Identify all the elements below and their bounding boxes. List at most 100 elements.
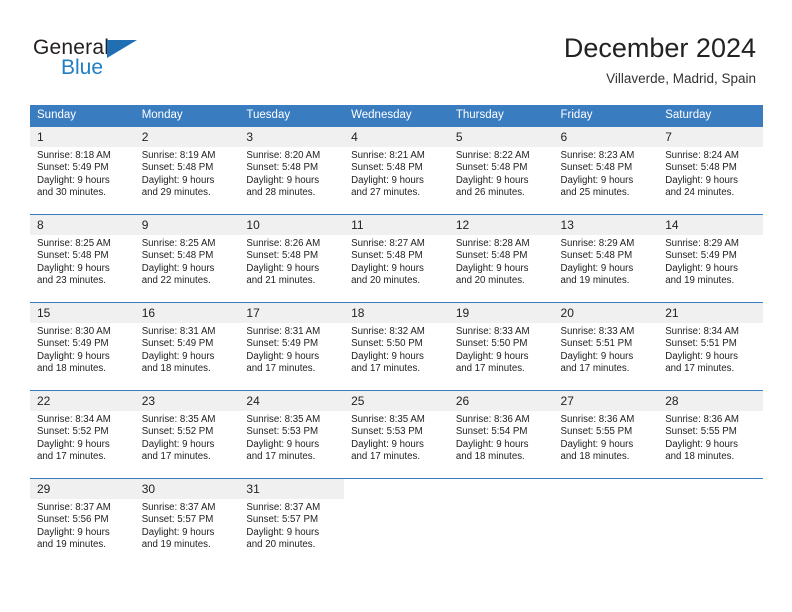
sunset-text: Sunset: 5:48 PM — [560, 162, 633, 174]
daylight-text-line2: and 19 minutes. — [141, 539, 211, 551]
sunrise-text: Sunrise: 8:23 AM — [560, 149, 635, 161]
sunset-text: Sunset: 5:49 PM — [246, 338, 319, 350]
calendar-day-cell[interactable]: 4 Sunrise: 8:21 AM Sunset: 5:48 PM Daylight… — [344, 125, 449, 214]
day-sun-info: Sunrise: 8:19 AM Sunset: 5:48 PM Daylight:… — [135, 147, 240, 200]
calendar-day-cell[interactable]: 17 Sunrise: 8:31 AM Sunset: 5:49 PM Dayligh… — [239, 301, 345, 390]
calendar-day-cell[interactable]: 28 Sunrise: 8:36 AM Sunset: 5:55 PM Dayligh… — [658, 389, 763, 478]
calendar-day-cell[interactable]: 2 Sunrise: 8:19 AM Sunset: 5:48 PM Daylight… — [134, 125, 240, 214]
calendar-day-cell[interactable]: 12 Sunrise: 8:28 AM Sunset: 5:48 PM Dayligh… — [448, 213, 554, 302]
day-sun-info: Sunrise: 8:25 AM Sunset: 5:48 PM Daylight:… — [30, 235, 135, 288]
sunrise-text: Sunrise: 8:35 AM — [351, 413, 425, 425]
day-number: 6 — [553, 126, 659, 147]
calendar-day-cell[interactable]: 26 Sunrise: 8:36 AM Sunset: 5:54 PM Dayligh… — [448, 389, 554, 478]
sunrise-text: Sunrise: 8:37 AM — [37, 501, 111, 513]
calendar-day-cell[interactable]: 1 Sunrise: 8:18 AM Sunset: 5:49 PM Daylight… — [30, 125, 135, 214]
calendar-day-cell[interactable]: 24 Sunrise: 8:35 AM Sunset: 5:53 PM Dayligh… — [239, 389, 345, 478]
sunrise-text: Sunrise: 8:30 AM — [37, 325, 111, 337]
sunrise-text: Sunrise: 8:36 AM — [665, 413, 739, 425]
daylight-text-line2: and 22 minutes. — [141, 275, 211, 287]
daylight-text-line2: and 17 minutes. — [351, 363, 421, 375]
sunrise-text: Sunrise: 8:25 AM — [141, 237, 216, 249]
day-number: 14 — [658, 214, 763, 235]
logo[interactable]: General Blue — [33, 36, 253, 84]
daylight-text-line1: Daylight: 9 hours — [665, 350, 738, 362]
sunrise-text: Sunrise: 8:31 AM — [246, 325, 321, 337]
calendar-week-row: 15 Sunrise: 8:30 AM Sunset: 5:49 PM Dayligh… — [30, 301, 763, 390]
calendar-day-cell[interactable]: 7 Sunrise: 8:24 AM Sunset: 5:48 PM Daylight… — [658, 125, 763, 214]
day-number: 23 — [134, 390, 240, 411]
day-sun-info: Sunrise: 8:22 AM Sunset: 5:48 PM Daylight:… — [449, 147, 554, 200]
daylight-text-line1: Daylight: 9 hours — [37, 350, 110, 362]
calendar-day-cell[interactable]: 3 Sunrise: 8:20 AM Sunset: 5:48 PM Daylight… — [239, 125, 345, 214]
sunset-text: Sunset: 5:51 PM — [560, 338, 633, 350]
calendar-day-cell[interactable]: 20 Sunrise: 8:33 AM Sunset: 5:51 PM Dayligh… — [553, 301, 659, 390]
sunrise-text: Sunrise: 8:35 AM — [246, 413, 321, 425]
calendar-day-cell[interactable]: 14 Sunrise: 8:29 AM Sunset: 5:49 PM Dayligh… — [658, 213, 763, 302]
calendar-page: General Blue December 2024 Villaverde, M… — [0, 0, 792, 612]
day-number: 26 — [448, 390, 554, 411]
day-cell-content: 1 Sunrise: 8:18 AM Sunset: 5:49 PM Daylight… — [30, 126, 135, 214]
sunset-text: Sunset: 5:48 PM — [37, 250, 109, 262]
sunset-text: Sunset: 5:53 PM — [246, 426, 319, 438]
sunset-text: Sunset: 5:49 PM — [665, 250, 737, 262]
sunset-text: Sunset: 5:48 PM — [351, 250, 423, 262]
day-number: 31 — [239, 478, 345, 499]
calendar-day-cell[interactable]: 27 Sunrise: 8:36 AM Sunset: 5:55 PM Dayligh… — [553, 389, 659, 478]
calendar-day-cell[interactable]: 8 Sunrise: 8:25 AM Sunset: 5:48 PM Daylight… — [30, 213, 135, 302]
daylight-text-line1: Daylight: 9 hours — [37, 262, 110, 274]
daylight-text-line1: Daylight: 9 hours — [351, 174, 424, 186]
day-sun-info: Sunrise: 8:24 AM Sunset: 5:48 PM Daylight:… — [658, 147, 763, 200]
day-sun-info: Sunrise: 8:30 AM Sunset: 5:49 PM Daylight:… — [30, 323, 135, 376]
triangle-icon — [107, 40, 137, 58]
daylight-text-line1: Daylight: 9 hours — [141, 526, 215, 538]
daylight-text-line2: and 24 minutes. — [665, 187, 735, 199]
day-cell-content: 4 Sunrise: 8:21 AM Sunset: 5:48 PM Daylight… — [344, 126, 449, 214]
daylight-text-line1: Daylight: 9 hours — [37, 438, 110, 450]
day-cell-content: 11 Sunrise: 8:27 AM Sunset: 5:48 PM Dayligh… — [344, 214, 449, 302]
sunset-text: Sunset: 5:52 PM — [141, 426, 214, 438]
daylight-text-line2: and 17 minutes. — [246, 451, 316, 463]
daylight-text-line2: and 17 minutes. — [560, 363, 630, 375]
day-number: 18 — [344, 302, 449, 323]
calendar-day-cell[interactable]: 19 Sunrise: 8:33 AM Sunset: 5:50 PM Dayligh… — [448, 301, 554, 390]
calendar-day-cell[interactable]: 5 Sunrise: 8:22 AM Sunset: 5:48 PM Daylight… — [448, 125, 554, 214]
calendar-day-cell[interactable]: 30 Sunrise: 8:37 AM Sunset: 5:57 PM Dayligh… — [134, 477, 240, 566]
sunset-text: Sunset: 5:48 PM — [455, 162, 528, 174]
sunrise-text: Sunrise: 8:22 AM — [455, 149, 530, 161]
day-number: 3 — [239, 126, 345, 147]
calendar-day-cell[interactable]: 21 Sunrise: 8:34 AM Sunset: 5:51 PM Dayligh… — [658, 301, 763, 390]
sunset-text: Sunset: 5:49 PM — [141, 338, 214, 350]
day-number: 20 — [553, 302, 659, 323]
daylight-text-line1: Daylight: 9 hours — [665, 438, 738, 450]
daylight-text-line2: and 18 minutes. — [37, 363, 106, 375]
calendar-day-cell[interactable]: 23 Sunrise: 8:35 AM Sunset: 5:52 PM Dayligh… — [134, 389, 240, 478]
sunrise-text: Sunrise: 8:20 AM — [246, 149, 321, 161]
calendar-day-cell[interactable]: 29 Sunrise: 8:37 AM Sunset: 5:56 PM Dayligh… — [30, 477, 135, 566]
day-cell-content: 14 Sunrise: 8:29 AM Sunset: 5:49 PM Dayligh… — [658, 214, 763, 302]
day-cell-content — [658, 478, 763, 567]
sunset-text: Sunset: 5:50 PM — [351, 338, 423, 350]
sunset-text: Sunset: 5:48 PM — [665, 162, 737, 174]
day-sun-info: Sunrise: 8:25 AM Sunset: 5:48 PM Daylight:… — [135, 235, 240, 288]
day-number — [344, 478, 449, 499]
calendar-day-cell[interactable]: 10 Sunrise: 8:26 AM Sunset: 5:48 PM Dayligh… — [239, 213, 345, 302]
calendar-day-cell[interactable]: 6 Sunrise: 8:23 AM Sunset: 5:48 PM Daylight… — [553, 125, 659, 214]
calendar-day-cell[interactable]: 25 Sunrise: 8:35 AM Sunset: 5:53 PM Dayligh… — [344, 389, 449, 478]
calendar-day-cell[interactable]: 18 Sunrise: 8:32 AM Sunset: 5:50 PM Dayligh… — [344, 301, 449, 390]
day-number: 27 — [553, 390, 659, 411]
calendar-day-cell[interactable]: 13 Sunrise: 8:29 AM Sunset: 5:48 PM Dayligh… — [553, 213, 659, 302]
sunrise-text: Sunrise: 8:35 AM — [141, 413, 216, 425]
calendar-day-cell[interactable]: 16 Sunrise: 8:31 AM Sunset: 5:49 PM Dayligh… — [134, 301, 240, 390]
day-cell-content: 10 Sunrise: 8:26 AM Sunset: 5:48 PM Dayligh… — [239, 214, 345, 302]
day-cell-content: 7 Sunrise: 8:24 AM Sunset: 5:48 PM Daylight… — [658, 126, 763, 214]
calendar-day-cell[interactable]: 22 Sunrise: 8:34 AM Sunset: 5:52 PM Dayligh… — [30, 389, 135, 478]
calendar-day-cell[interactable]: 11 Sunrise: 8:27 AM Sunset: 5:48 PM Dayligh… — [344, 213, 449, 302]
day-cell-content: 15 Sunrise: 8:30 AM Sunset: 5:49 PM Dayligh… — [30, 302, 135, 390]
sunset-text: Sunset: 5:48 PM — [560, 250, 633, 262]
daylight-text-line2: and 28 minutes. — [246, 187, 316, 199]
daylight-text-line2: and 20 minutes. — [455, 275, 525, 287]
calendar-day-cell[interactable]: 15 Sunrise: 8:30 AM Sunset: 5:49 PM Dayligh… — [30, 301, 135, 390]
daylight-text-line2: and 17 minutes. — [37, 451, 106, 463]
calendar-day-cell[interactable]: 9 Sunrise: 8:25 AM Sunset: 5:48 PM Daylight… — [134, 213, 240, 302]
calendar-day-cell[interactable]: 31 Sunrise: 8:37 AM Sunset: 5:57 PM Dayligh… — [239, 477, 345, 566]
